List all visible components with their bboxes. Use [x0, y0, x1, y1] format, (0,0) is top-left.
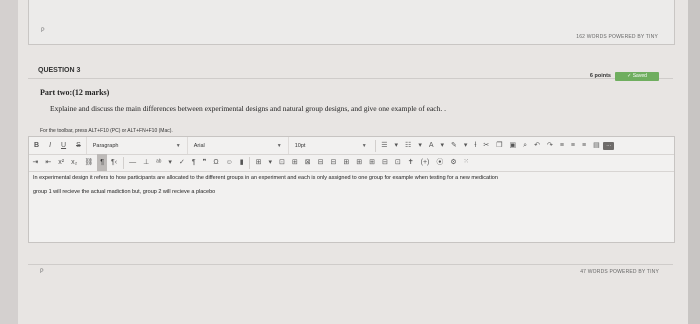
strikethrough-button[interactable]: S — [71, 137, 86, 154]
path-indicator: P — [40, 268, 44, 275]
link-icon[interactable]: ⛓ — [81, 154, 97, 171]
bookmark-icon[interactable]: ▮ — [236, 154, 247, 171]
toolbar-row-1: B I U S Paragraph ▼ Arial ▼ 10pt ▼ ☰ ▾ ☷… — [29, 137, 674, 155]
table-row-after-icon[interactable]: ⊟ — [327, 154, 340, 171]
italic-button[interactable]: I — [44, 137, 56, 154]
special-char-button[interactable]: Ω — [210, 154, 222, 171]
horizontal-rule-icon[interactable]: — — [126, 154, 140, 171]
clear-format-icon[interactable]: Ɨ — [471, 137, 480, 154]
editor-status-bar: P 47 WORDS POWERED BY TINY — [28, 264, 673, 277]
table-insert-icon[interactable]: ⊞ — [288, 154, 301, 171]
align-left-icon[interactable]: ≡ — [556, 137, 567, 154]
quote-icon[interactable]: ❞ — [199, 154, 210, 171]
editor-content[interactable]: In experimental design it refers to how … — [29, 172, 682, 199]
check-icon[interactable]: ✓ — [175, 154, 188, 171]
word-count: 47 WORDS POWERED BY TINY — [580, 269, 659, 275]
code-button[interactable]: (+) — [417, 154, 433, 171]
chevron-down-icon[interactable]: ▾ — [391, 137, 402, 154]
saved-label: Saved — [632, 73, 647, 79]
paste-icon[interactable]: ▣ — [506, 137, 520, 154]
superscript-button[interactable]: x² — [55, 154, 68, 171]
table-col-after-icon[interactable]: ⊞ — [353, 154, 366, 171]
font-family-value: Arial — [193, 142, 205, 149]
indent-icon[interactable]: ⇥ — [29, 154, 42, 171]
paragraph-value: Paragraph — [92, 142, 119, 149]
chevron-down-icon: ▼ — [175, 142, 181, 149]
chevron-down-icon[interactable]: ▾ — [415, 137, 426, 154]
divider — [374, 139, 376, 152]
highlight-icon[interactable]: ✎ — [448, 137, 461, 154]
points-label: 6 points — [589, 73, 611, 79]
redo-icon[interactable]: ↷ — [543, 137, 556, 154]
image-icon[interactable]: ⊡ — [276, 154, 289, 171]
insert-icon[interactable]: ⊥ — [140, 154, 153, 171]
word-count: 162 WORDS POWERED BY TINY — [576, 34, 658, 40]
font-size-value: 10pt — [294, 142, 306, 149]
align-right-icon[interactable]: ≡ — [579, 137, 590, 154]
paragraph-mark-icon[interactable]: ¶ — [96, 154, 108, 171]
divider — [122, 156, 124, 169]
table-props-icon[interactable]: ⊡ — [391, 154, 404, 171]
font-family-dropdown[interactable]: Arial ▼ — [186, 137, 288, 154]
question-title: QUESTION 3 — [38, 67, 81, 74]
chevron-down-icon: ▼ — [276, 142, 282, 149]
chevron-down-icon[interactable]: ▾ — [265, 154, 276, 171]
chevron-down-icon[interactable]: ▾ — [165, 154, 176, 171]
question-header: QUESTION 3 6 points ✓ Saved — [28, 64, 673, 81]
chevron-down-icon[interactable]: ▾ — [460, 137, 471, 154]
font-size-dropdown[interactable]: 10pt ▼ — [287, 137, 373, 154]
page-sheet: P 162 WORDS POWERED BY TINY QUESTION 3 6… — [18, 0, 688, 324]
spellcheck-icon[interactable]: ᵃᵇ — [153, 154, 165, 171]
paragraph-dropdown[interactable]: Paragraph ▼ — [85, 137, 187, 154]
pilcrow-button[interactable]: ¶ — [188, 154, 199, 171]
table-split-icon[interactable]: ⊟ — [379, 154, 392, 171]
divider — [249, 156, 251, 169]
path-indicator: P — [41, 27, 45, 34]
table-delete-icon[interactable]: ⊠ — [301, 154, 314, 171]
numbered-list-icon[interactable]: ☷ — [402, 137, 415, 154]
saved-badge: ✓ Saved — [615, 72, 659, 81]
outdent-icon[interactable]: ⇤ — [42, 154, 55, 171]
settings-icon[interactable]: ⚙ — [447, 154, 460, 171]
table-row-before-icon[interactable]: ⊟ — [314, 154, 327, 171]
align-justify-icon[interactable]: ▤ — [590, 137, 604, 154]
page-edge — [688, 0, 700, 324]
more-button[interactable]: ··· — [603, 141, 615, 150]
content-line: group 1 will recieve the actual madictio… — [33, 189, 216, 195]
previous-editor[interactable]: P 162 WORDS POWERED BY TINY — [28, 0, 675, 45]
fullscreen-icon[interactable]: ⁙ — [460, 154, 472, 171]
answer-editor[interactable]: B I U S Paragraph ▼ Arial ▼ 10pt ▼ ☰ ▾ ☷… — [28, 136, 675, 243]
emoji-icon[interactable]: ☺ — [222, 154, 236, 171]
search-icon[interactable]: ⌕ — [520, 137, 531, 154]
align-center-icon[interactable]: ≡ — [567, 137, 578, 154]
part-title: Part two:(12 marks) — [40, 88, 110, 97]
cut-icon[interactable]: ✂ — [480, 137, 493, 154]
copy-icon[interactable]: ❐ — [493, 137, 506, 154]
bold-button[interactable]: B — [29, 137, 44, 154]
subscript-button[interactable]: x₂ — [68, 154, 81, 171]
chevron-down-icon[interactable]: ▾ — [437, 137, 448, 154]
anchor-icon[interactable]: ✝ — [404, 154, 417, 171]
text-color-icon[interactable]: A — [425, 137, 437, 154]
table-icon[interactable]: ⊞ — [252, 154, 265, 171]
content-line: In experimental design it refers to how … — [33, 175, 498, 181]
table-merge-icon[interactable]: ⊞ — [366, 154, 379, 171]
question-prompt: Explaine and discuss the main difference… — [50, 104, 446, 113]
table-col-before-icon[interactable]: ⊞ — [340, 154, 353, 171]
undo-icon[interactable]: ↶ — [531, 137, 544, 154]
rtl-icon[interactable]: ¶‹ — [107, 154, 120, 171]
toolbar-row-2: ⇥ ⇤ x² x₂ ⛓ ¶ ¶‹ — ⊥ ᵃᵇ ▾ ✓ ¶ ❞ Ω ☺ ▮ ⊞ … — [29, 154, 674, 172]
toolbar-hint: For the toolbar, press ALT+F10 (PC) or A… — [40, 128, 173, 134]
chevron-down-icon: ▼ — [361, 142, 367, 149]
preview-icon[interactable]: ⦿ — [433, 154, 447, 171]
bullet-list-icon[interactable]: ☰ — [378, 137, 391, 154]
underline-button[interactable]: U — [56, 137, 71, 154]
